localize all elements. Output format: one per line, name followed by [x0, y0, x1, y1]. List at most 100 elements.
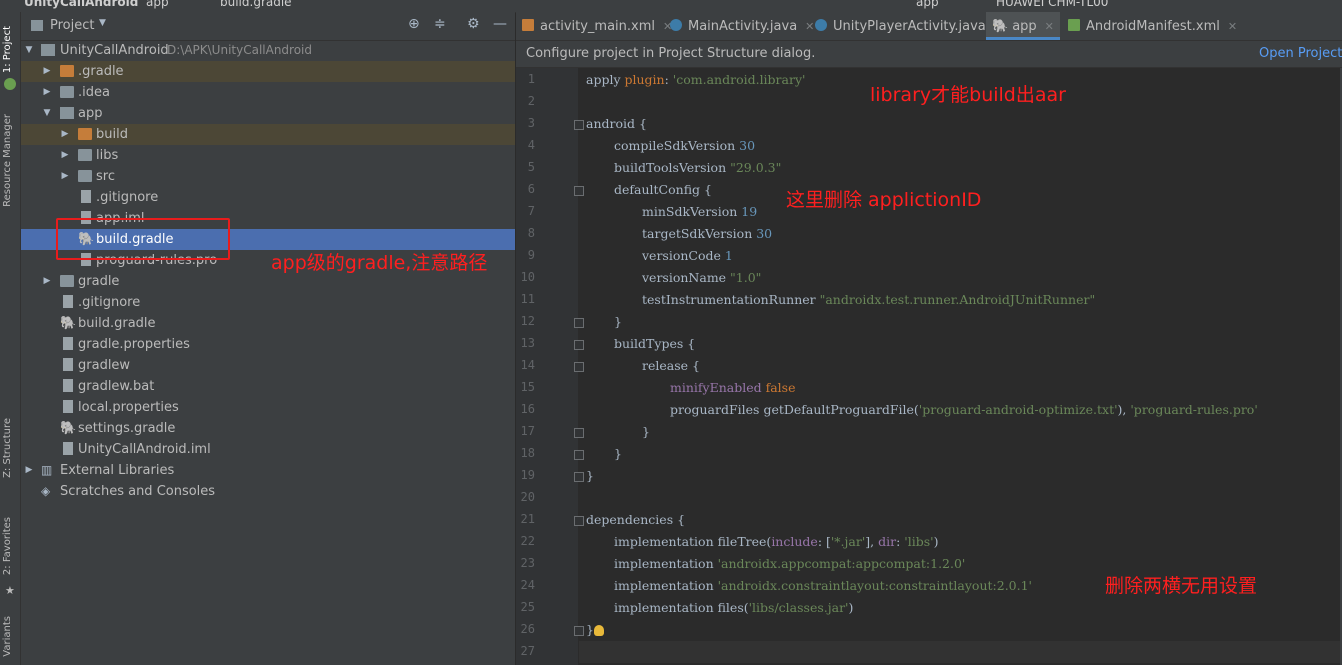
highlight-box	[56, 218, 230, 260]
line-numbers: 1 2 3 4 5 6 7 8 9 10 11 12 13 14 15 16 17 18 19 20 21 22 23 24 2…	[517, 68, 537, 665]
tree-item-build[interactable]: ▶ build	[21, 124, 515, 145]
line-number: 11	[520, 292, 535, 306]
application-id-annotation: 这里删除 applictionID	[786, 189, 982, 211]
tab-android-manifest[interactable]: AndroidManifest.xml ✕	[1068, 12, 1237, 40]
dependencies-annotation: 删除两横无用设置	[1105, 575, 1258, 597]
fold-marker[interactable]	[574, 186, 584, 196]
tree-item-gitignore-app[interactable]: .gitignore	[21, 187, 515, 208]
tree-item-settings-gradle[interactable]: 🐘 settings.gradle	[21, 418, 515, 439]
close-icon[interactable]: ✕	[1045, 20, 1054, 33]
code-line-26: }	[586, 622, 594, 637]
tree-item-label: .idea	[78, 85, 110, 100]
tab-label: AndroidManifest.xml	[1086, 19, 1220, 34]
tree-item-scratches[interactable]: ◈ Scratches and Consoles	[21, 481, 515, 502]
fold-marker[interactable]	[574, 472, 584, 482]
tree-item-gitignore-root[interactable]: .gitignore	[21, 292, 515, 313]
folder-icon	[78, 170, 92, 182]
tree-item-label: .gitignore	[78, 295, 141, 310]
gradle-path-annotation: app级的gradle,注意路径	[271, 252, 488, 274]
tree-item-gradlew-bat[interactable]: gradlew.bat	[21, 376, 515, 397]
tree-item-label: build	[96, 127, 128, 142]
favorites-tool-button[interactable]: 2: Favorites	[2, 517, 13, 575]
gradle-icon: 🐘	[60, 316, 77, 331]
line-number: 2	[527, 94, 535, 108]
library-annotation: library才能build出aar	[870, 84, 1066, 106]
tree-item-gradlew[interactable]: gradlew	[21, 355, 515, 376]
line-number: 24	[520, 578, 535, 592]
code-line-23: implementation 'androidx.appcompat:appco…	[614, 556, 966, 571]
tab-label: MainActivity.java	[688, 19, 798, 34]
tab-activity-main[interactable]: activity_main.xml ✕	[522, 12, 672, 40]
tree-item-label: Scratches and Consoles	[60, 484, 216, 499]
line-number: 22	[520, 534, 535, 548]
tree-item-src[interactable]: ▶ src	[21, 166, 515, 187]
resource-manager-button[interactable]: Resource Manager	[2, 114, 13, 207]
structure-tool-button[interactable]: Z: Structure	[2, 418, 13, 478]
collapsed-arrow-icon[interactable]: ▶	[59, 166, 71, 187]
tab-label: app	[1012, 19, 1037, 34]
close-icon[interactable]: ✕	[805, 20, 814, 33]
gradle-icon: 🐘	[992, 19, 1009, 34]
project-panel: Project ▼ ⊕ ≑ ⚙ — ▼ UnityCallAndroid D:\…	[21, 12, 515, 665]
collapsed-arrow-icon[interactable]: ▶	[59, 124, 71, 145]
tree-item-idea[interactable]: ▶ .idea	[21, 82, 515, 103]
open-project-structure-link[interactable]: Open Project S	[1259, 41, 1342, 67]
tab-app-build-gradle[interactable]: 🐘 app ✕	[986, 12, 1060, 40]
tree-item-root-iml[interactable]: UnityCallAndroid.iml	[21, 439, 515, 460]
close-icon[interactable]: ✕	[1228, 20, 1237, 33]
tree-item-label: app	[78, 106, 103, 121]
collapsed-arrow-icon[interactable]: ▶	[23, 460, 35, 481]
folder-icon	[60, 65, 74, 77]
tree-item-label: gradlew	[78, 358, 131, 373]
fold-marker[interactable]	[574, 120, 584, 130]
code-line-10: versionName "1.0"	[642, 270, 762, 285]
collapsed-arrow-icon[interactable]: ▶	[41, 271, 53, 292]
fold-marker[interactable]	[574, 450, 584, 460]
project-view-select[interactable]: Project	[50, 18, 94, 33]
tree-item-app[interactable]: ▼ app	[21, 103, 515, 124]
fold-marker[interactable]	[574, 340, 584, 350]
collapsed-arrow-icon[interactable]: ▶	[59, 145, 71, 166]
fold-marker[interactable]	[574, 516, 584, 526]
line-number: 17	[520, 424, 535, 438]
java-class-icon	[670, 19, 682, 31]
file-icon	[63, 295, 73, 308]
fold-marker[interactable]	[574, 318, 584, 328]
gear-icon[interactable]: ⚙	[467, 16, 480, 32]
line-number: 5	[527, 160, 535, 174]
lightbulb-icon[interactable]	[594, 625, 604, 636]
collapsed-arrow-icon[interactable]: ▶	[41, 61, 53, 82]
tree-item-label: UnityCallAndroid	[60, 43, 169, 58]
tree-item-label: gradle.properties	[78, 337, 190, 352]
hide-panel-icon[interactable]: —	[493, 16, 507, 32]
code-line-4: compileSdkVersion 30	[614, 138, 756, 153]
device-select[interactable]: HUAWEI CHM-TL00	[996, 0, 1108, 9]
tree-item-root[interactable]: ▼ UnityCallAndroid D:\APK\UnityCallAndro…	[21, 40, 515, 61]
code-line-8: targetSdkVersion 30	[642, 226, 773, 241]
tree-item-libs[interactable]: ▶ libs	[21, 145, 515, 166]
tree-item-gradle-properties[interactable]: gradle.properties	[21, 334, 515, 355]
tree-item-label: libs	[96, 148, 119, 163]
line-number: 16	[520, 402, 535, 416]
fold-marker[interactable]	[574, 626, 584, 636]
tree-item-gradle-dir[interactable]: ▶ .gradle	[21, 61, 515, 82]
expanded-arrow-icon[interactable]: ▼	[41, 103, 53, 124]
tree-item-local-properties[interactable]: local.properties	[21, 397, 515, 418]
collapsed-arrow-icon[interactable]: ▶	[41, 82, 53, 103]
tab-unity-player-activity[interactable]: UnityPlayerActivity.java✕	[815, 12, 1003, 40]
build-variants-button[interactable]: Variants	[2, 616, 13, 657]
tab-main-activity[interactable]: MainActivity.java ✕	[670, 12, 814, 40]
expanded-arrow-icon[interactable]: ▼	[23, 40, 35, 61]
fold-marker[interactable]	[574, 362, 584, 372]
tree-item-label: settings.gradle	[78, 421, 176, 436]
folder-icon	[78, 149, 92, 161]
chevron-down-icon[interactable]: ▼	[99, 18, 106, 28]
tree-item-root-build-gradle[interactable]: 🐘 build.gradle	[21, 313, 515, 334]
code-line-1: apply plugin: 'com.android.library'	[586, 72, 806, 87]
tree-item-external-libraries[interactable]: ▶ ▥ External Libraries	[21, 460, 515, 481]
project-tool-button[interactable]: 1: Project	[2, 26, 13, 73]
fold-marker[interactable]	[574, 428, 584, 438]
collapse-all-icon[interactable]: ≑	[434, 16, 446, 32]
run-config-select[interactable]: app	[916, 0, 939, 9]
locate-icon[interactable]: ⊕	[408, 16, 420, 32]
